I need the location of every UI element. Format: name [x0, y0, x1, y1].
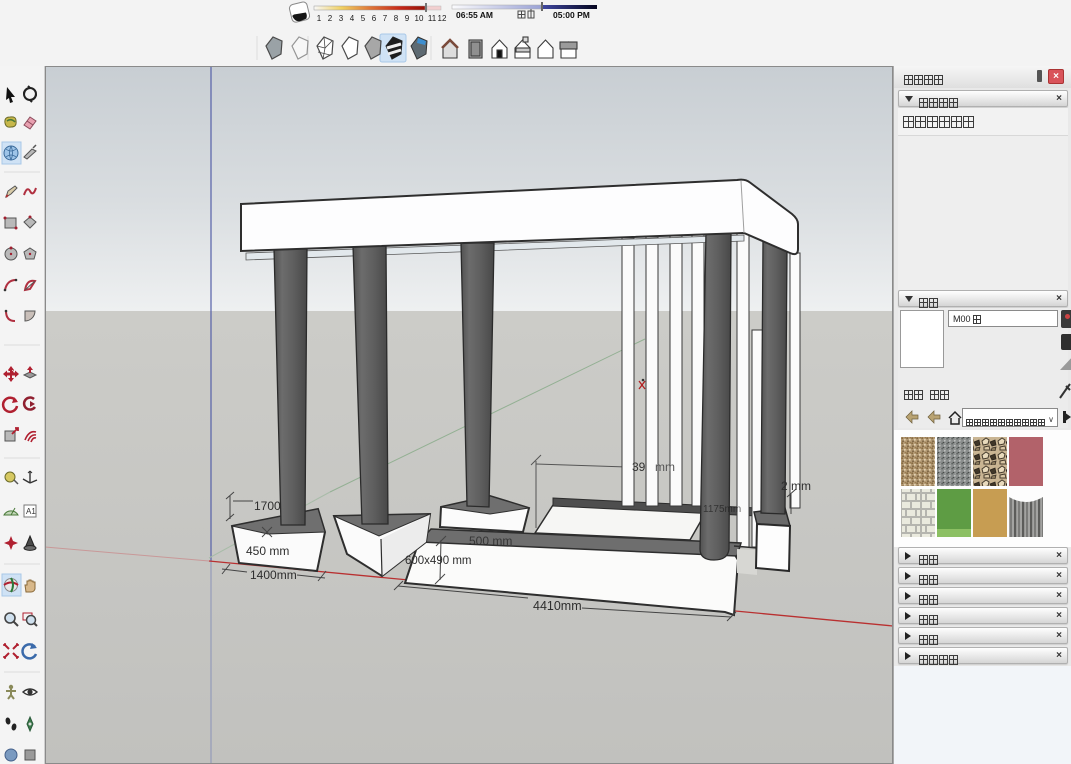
- svg-text:12: 12: [438, 14, 447, 23]
- svg-text:5: 5: [361, 14, 366, 23]
- svg-text:9: 9: [405, 14, 410, 23]
- svg-text:11: 11: [428, 14, 437, 23]
- svg-text:1700: 1700: [254, 499, 281, 513]
- svg-text:1400mm: 1400mm: [250, 568, 297, 582]
- svg-text:3: 3: [339, 14, 344, 23]
- svg-text:600x490 mm: 600x490 mm: [405, 555, 471, 567]
- svg-text:05:00 PM: 05:00 PM: [553, 10, 590, 20]
- svg-text:2: 2: [328, 14, 333, 23]
- svg-text:450 mm: 450 mm: [246, 544, 289, 558]
- svg-text:1175mm: 1175mm: [703, 504, 741, 515]
- svg-text:7: 7: [383, 14, 388, 23]
- svg-text:500 mm: 500 mm: [469, 534, 512, 548]
- svg-text:8: 8: [394, 14, 399, 23]
- svg-text:06:55 AM: 06:55 AM: [456, 10, 493, 20]
- svg-text:mm: mm: [655, 460, 675, 474]
- svg-text:1: 1: [317, 14, 322, 23]
- svg-text:4410mm: 4410mm: [533, 599, 582, 613]
- svg-text:10: 10: [415, 14, 424, 23]
- svg-text:6: 6: [372, 14, 377, 23]
- svg-text:2 mm: 2 mm: [781, 479, 811, 493]
- svg-text:39: 39: [632, 460, 646, 474]
- svg-text:A1: A1: [26, 507, 36, 516]
- svg-text:4: 4: [350, 14, 355, 23]
